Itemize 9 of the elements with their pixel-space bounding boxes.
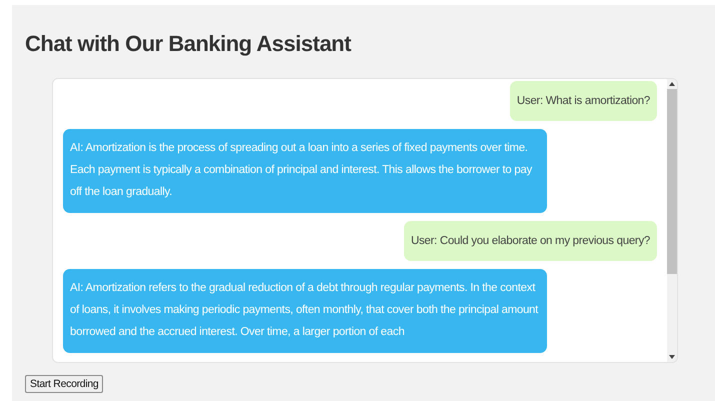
page-title: Chat with Our Banking Assistant bbox=[25, 31, 351, 57]
scroll-down-arrow-icon[interactable] bbox=[669, 355, 675, 359]
scroll-up-arrow-icon[interactable] bbox=[669, 82, 675, 86]
user-message: User: What is amortization? bbox=[510, 81, 657, 121]
assistant-message: AI: Amortization is the process of spreading out a loan into a series of fixed payments over time. Each payment is typically a combination of principal and interest. This allows the borrower to pay off the loan gradually. bbox=[63, 129, 547, 213]
start-recording-button[interactable]: Start Recording bbox=[25, 375, 104, 393]
assistant-message: AI: Amortization refers to the gradual reduction of a debt through regular payments. In the context of loans, it involves making periodic payments, often monthly, that cover both the principal amount borrowed and the accrued interest. Over time, a larger portion of each bbox=[63, 269, 547, 353]
user-message: User: Could you elaborate on my previous query? bbox=[404, 221, 657, 261]
scrollbar[interactable] bbox=[667, 79, 677, 362]
